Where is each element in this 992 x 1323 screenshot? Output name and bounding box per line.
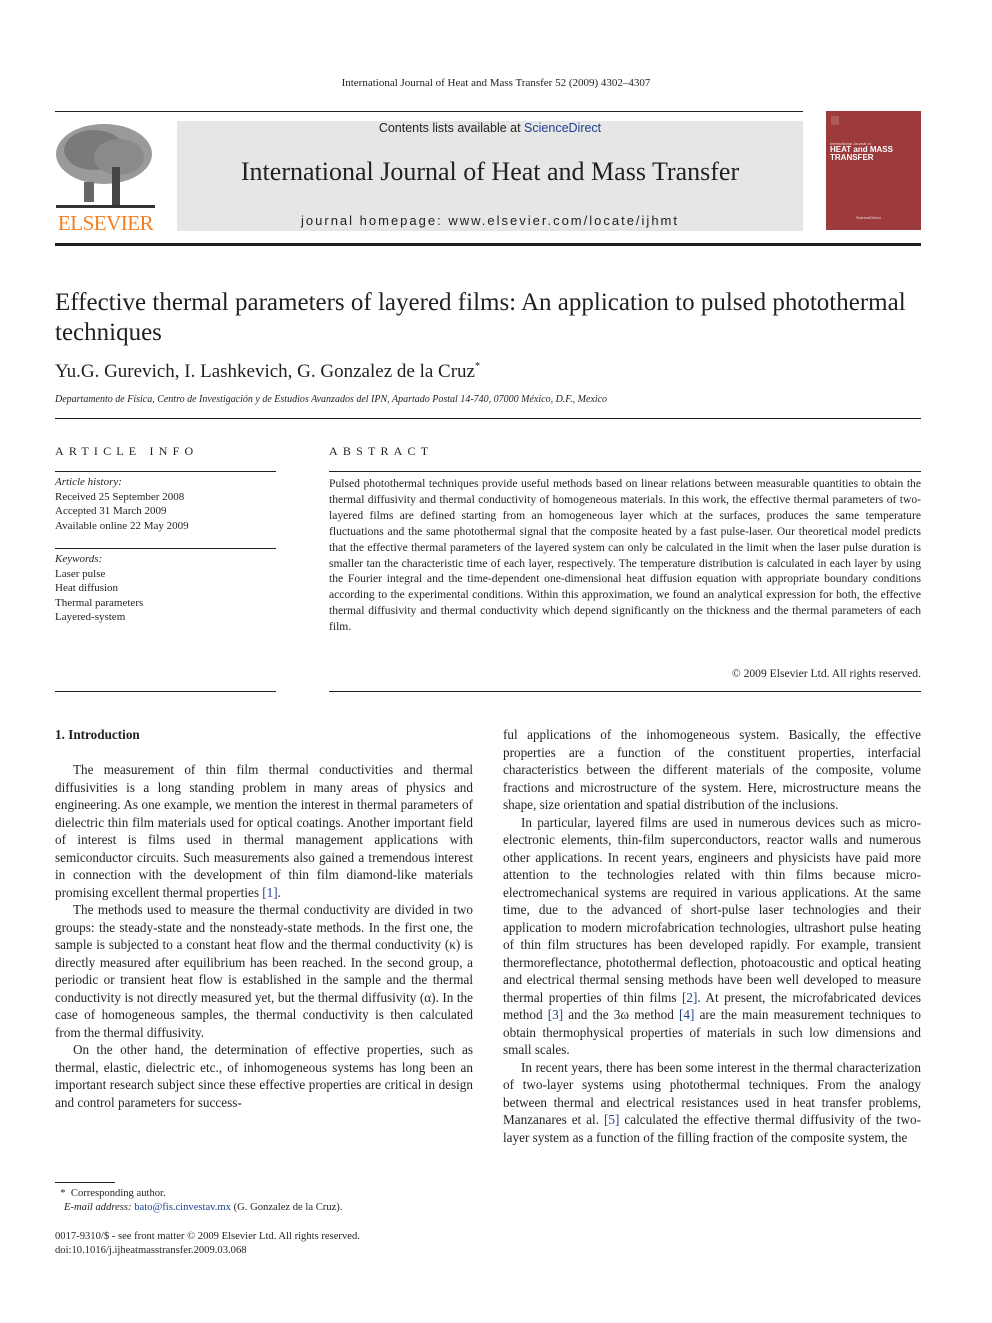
keyword: Layered-system bbox=[55, 611, 126, 623]
section-heading-introduction: 1. Introduction bbox=[55, 727, 140, 742]
article-title: Effective thermal parameters of layered … bbox=[55, 289, 906, 346]
article-info-rule bbox=[55, 471, 276, 472]
abstract-heading: ABSTRACT bbox=[329, 444, 434, 458]
journal-homepage-link[interactable]: journal homepage: www.elsevier.com/locat… bbox=[177, 213, 803, 228]
author-list: Yu.G. Gurevich, I. Lashkevich, G. Gonzal… bbox=[55, 361, 480, 382]
issn-line: 0017-9310/$ - see front matter © 2009 El… bbox=[55, 1231, 360, 1242]
keyword: Laser pulse bbox=[55, 567, 106, 580]
citation-link[interactable]: [2] bbox=[682, 990, 697, 1005]
paragraph: The methods used to measure the thermal … bbox=[55, 902, 473, 1040]
abstract-bottom-rule bbox=[329, 691, 921, 692]
header-rule bbox=[55, 111, 803, 112]
elsevier-wordmark: ELSEVIER bbox=[57, 211, 154, 235]
citation-link[interactable]: [1] bbox=[262, 885, 277, 900]
paragraph: In particular, layered films are used in… bbox=[503, 814, 921, 1058]
elsevier-logo[interactable]: ELSEVIER bbox=[54, 122, 157, 235]
history-accepted: Accepted 31 March 2009 bbox=[55, 505, 167, 517]
footnote-mark: * bbox=[60, 1188, 66, 1199]
keyword: Thermal parameters bbox=[55, 596, 144, 609]
elsevier-tree-icon bbox=[54, 122, 157, 214]
keyword: Heat diffusion bbox=[55, 582, 119, 594]
footnote-corresponding: Corresponding author. bbox=[70, 1188, 166, 1199]
footnote-rule bbox=[55, 1182, 115, 1183]
history-label: Article history: bbox=[55, 476, 122, 488]
keywords-label: Keywords: bbox=[55, 553, 103, 565]
cover-title: HEAT and MASS TRANSFER bbox=[830, 145, 893, 162]
cover-elsevier-icon bbox=[831, 116, 839, 125]
abstract-text: Pulsed photothermal techniques provide u… bbox=[329, 477, 921, 634]
abstract-rule bbox=[329, 471, 921, 472]
journal-banner: Contents lists available at ScienceDirec… bbox=[177, 121, 803, 231]
journal-title: International Journal of Heat and Mass T… bbox=[240, 157, 740, 186]
journal-cover-thumbnail[interactable]: International Journal of HEAT and MASS T… bbox=[826, 111, 921, 230]
email-link[interactable]: bato@fis.cinvestav.mx bbox=[134, 1202, 231, 1213]
email-owner: (G. Gonzalez de la Cruz). bbox=[230, 1202, 343, 1213]
front-matter: 0017-9310/$ - see front matter © 2009 El… bbox=[55, 1230, 360, 1258]
header-thick-rule bbox=[55, 243, 921, 246]
doi-link[interactable]: doi:10.1016/j.ijheatmasstransfer.2009.03… bbox=[55, 1244, 360, 1258]
cover-footer: ScienceDirect bbox=[856, 215, 881, 220]
history-received: Received 25 September 2008 bbox=[55, 490, 185, 503]
keywords-rule bbox=[55, 548, 276, 549]
article-info-heading: ARTICLE INFO bbox=[55, 444, 199, 458]
email-label: E-mail address: bbox=[64, 1202, 135, 1213]
citation-link[interactable]: [5] bbox=[604, 1112, 619, 1127]
paragraph: On the other hand, the determination of … bbox=[55, 1042, 473, 1110]
citation-link[interactable]: [3] bbox=[548, 1007, 563, 1022]
article-info-bottom-rule bbox=[55, 691, 276, 692]
affiliation: Departamento de Física, Centro de Invest… bbox=[55, 394, 608, 405]
history-online: Available online 22 May 2009 bbox=[55, 519, 189, 532]
paragraph: ful applications of the inhomogeneous sy… bbox=[503, 727, 921, 812]
contents-line: Contents lists available at ScienceDirec… bbox=[177, 121, 803, 135]
body-column-right: ful applications of the inhomogeneous sy… bbox=[503, 726, 921, 1146]
paragraph: The measurement of thin film thermal con… bbox=[55, 762, 473, 900]
affiliation-rule bbox=[55, 418, 921, 419]
sciencedirect-link[interactable]: ScienceDirect bbox=[524, 121, 601, 135]
paragraph: In recent years, there has been some int… bbox=[503, 1059, 921, 1145]
contents-prefix: Contents lists available at bbox=[378, 121, 525, 135]
abstract-copyright: © 2009 Elsevier Ltd. All rights reserved… bbox=[731, 667, 921, 680]
article-history: Article history: Received 25 September 2… bbox=[55, 475, 189, 533]
corresponding-author-mark[interactable]: * bbox=[475, 361, 480, 372]
citation-link[interactable]: [4] bbox=[679, 1007, 694, 1022]
footnote: * Corresponding author. E-mail address: … bbox=[55, 1187, 342, 1215]
keywords: Keywords: Laser pulse Heat diffusion The… bbox=[55, 552, 143, 625]
running-head: International Journal of Heat and Mass T… bbox=[341, 77, 651, 89]
body-column-left: The measurement of thin film thermal con… bbox=[55, 761, 473, 1111]
